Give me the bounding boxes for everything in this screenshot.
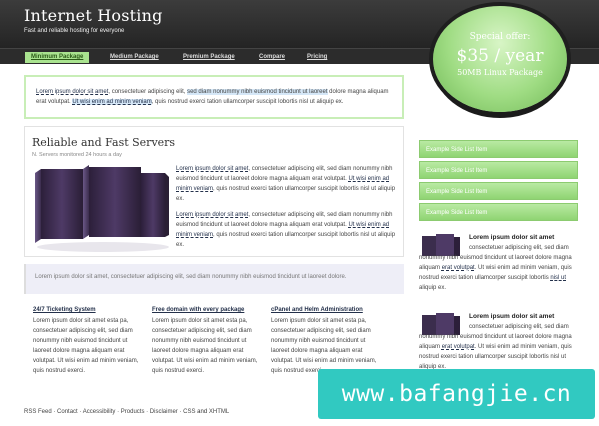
sidebar-list-item[interactable]: Example Side List Item bbox=[419, 203, 578, 221]
footer-link-rss[interactable]: RSS Feed bbox=[24, 409, 52, 415]
intro-highlight: sed diam nonummy nibh euismod tincidunt … bbox=[187, 89, 328, 95]
servers-paragraph-1: Lorem ipsum dolor sit amet, consectetuer… bbox=[176, 164, 396, 204]
intro-link-1[interactable]: Lorem ipsum dolor sit amet bbox=[36, 89, 108, 95]
sidebar-list-item[interactable]: Example Side List Item bbox=[419, 140, 578, 158]
footer-link-products[interactable]: Products bbox=[121, 409, 145, 415]
nav-item-premium-package[interactable]: Premium Package bbox=[177, 52, 241, 63]
sidebar-block-2: Lorem ipsum dolor sit amet consectetuer … bbox=[419, 312, 579, 372]
special-offer-badge[interactable]: Special offer: $35 / year 50MB Linux Pac… bbox=[433, 6, 567, 112]
servers-p1-link[interactable]: Lorem ipsum dolor sit amet bbox=[176, 166, 248, 172]
footer-link-disclaimer[interactable]: Disclaimer bbox=[150, 409, 178, 415]
intro-text-1: , consectetuer adipiscing elit, bbox=[108, 89, 188, 95]
sidebar-block-1: Lorem ipsum dolor sit amet consectetuer … bbox=[419, 233, 579, 303]
nav-item-pricing[interactable]: Pricing bbox=[301, 52, 333, 63]
intro-link-2[interactable]: Ut wisi enim ad minim veniam bbox=[72, 99, 152, 105]
footer-link-contact[interactable]: Contact bbox=[57, 409, 78, 415]
intro-box: Lorem ipsum dolor sit amet, consectetuer… bbox=[24, 75, 404, 119]
footer-link-xhtml[interactable]: XHTML bbox=[209, 409, 229, 415]
sidebar-block-link-2a[interactable]: erat volutpat bbox=[442, 344, 475, 350]
footer-link-css[interactable]: CSS bbox=[183, 409, 195, 415]
servers-subtitle: N. Servers monitored 24 hours a day bbox=[32, 152, 122, 158]
offer-price: $35 / year bbox=[456, 46, 544, 66]
site-logo[interactable]: Internet Hosting bbox=[24, 6, 163, 25]
sidebar-block-text-2: consectetuer adipiscing elit, sed diam n… bbox=[419, 322, 579, 372]
sidebar-block-text-1: consectetuer adipiscing elit, sed diam n… bbox=[419, 243, 579, 293]
feature-title-1[interactable]: 24/7 Ticketing System bbox=[33, 305, 143, 315]
sidebar-block-link-1a[interactable]: erat volutpat bbox=[442, 265, 475, 271]
footer-link-accessibility[interactable]: Accessibility bbox=[83, 409, 116, 415]
watermark-text: www.bafangjie.cn bbox=[341, 381, 572, 407]
offer-package: 50MB Linux Package bbox=[457, 68, 543, 77]
feature-column-2: Free domain with every package Lorem ips… bbox=[152, 305, 262, 376]
intro-text-3: , quis nostrud exerci tation ullamcorper… bbox=[151, 99, 344, 105]
feature-text-3: Lorem ipsum dolor sit amet esta pa, cons… bbox=[271, 318, 377, 374]
servers-p2-link[interactable]: Lorem ipsum dolor sit amet bbox=[176, 212, 248, 218]
server-rack-image bbox=[35, 165, 169, 252]
sidebar-block-heading-1: Lorem ipsum dolor sit amet bbox=[469, 234, 555, 241]
sidebar-block-text-1c: aliquip ex. bbox=[419, 285, 447, 291]
site-tagline: Fast and reliable hosting for everyone bbox=[24, 28, 125, 34]
servers-title: Reliable and Fast Servers bbox=[32, 136, 176, 149]
servers-paragraph-2: Lorem ipsum dolor sit amet, consectetuer… bbox=[176, 210, 396, 250]
nav-item-minimum-package[interactable]: Minimum Package bbox=[25, 52, 90, 63]
note-bar: Lorem ipsum dolor sit amet, consectetuer… bbox=[24, 264, 404, 294]
feature-text-2: Lorem ipsum dolor sit amet esta pa, cons… bbox=[152, 318, 258, 374]
feature-column-3: cPanel and Helm Administration Lorem ips… bbox=[271, 305, 381, 376]
watermark-banner: www.bafangjie.cn bbox=[318, 369, 595, 419]
nav-item-medium-package[interactable]: Medium Package bbox=[104, 52, 165, 63]
sidebar-list-item[interactable]: Example Side List Item bbox=[419, 182, 578, 200]
feature-column-1: 24/7 Ticketing System Lorem ipsum dolor … bbox=[33, 305, 143, 376]
feature-title-2[interactable]: Free domain with every package bbox=[152, 305, 262, 315]
servers-section: Reliable and Fast Servers N. Servers mon… bbox=[24, 126, 404, 257]
nav-item-compare[interactable]: Compare bbox=[253, 52, 291, 63]
sidebar-block-heading-2: Lorem ipsum dolor sit amet bbox=[469, 313, 555, 320]
sidebar-list: Example Side List Item Example Side List… bbox=[419, 140, 578, 224]
offer-label: Special offer: bbox=[469, 32, 531, 42]
feature-title-3[interactable]: cPanel and Helm Administration bbox=[271, 305, 381, 315]
feature-text-1: Lorem ipsum dolor sit amet esta pa, cons… bbox=[33, 318, 139, 374]
footer-and: and bbox=[197, 409, 208, 415]
sidebar-list-item[interactable]: Example Side List Item bbox=[419, 161, 578, 179]
sidebar-block-link-1b[interactable]: nisl ut bbox=[550, 275, 566, 281]
